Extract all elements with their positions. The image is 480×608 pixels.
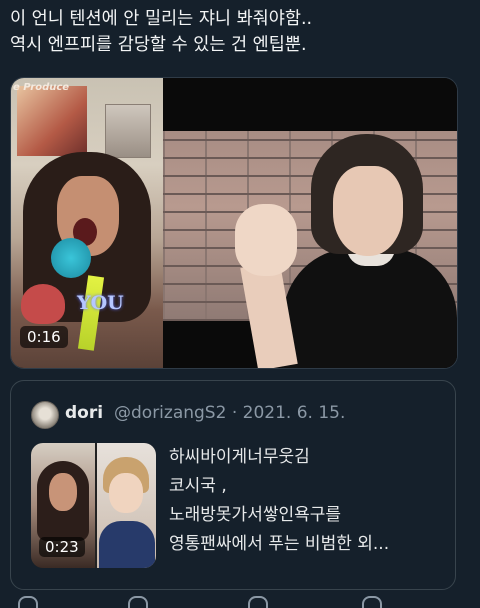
- avatar[interactable]: [31, 401, 59, 429]
- thumb-right-face: [109, 473, 143, 513]
- video-right-frame: [163, 78, 457, 368]
- quoted-text-line-4: 영통팬싸에서 푸는 비범한 외...: [169, 534, 390, 554]
- quoted-text-line-1: 하씨바이게너무웃김: [169, 447, 310, 467]
- quoted-author-name[interactable]: dori: [65, 403, 103, 423]
- heart-sticker: [21, 284, 65, 324]
- quoted-text-line-3: 노래방못가서쌓인욕구를: [169, 505, 342, 525]
- quoted-tweet-text: 하씨바이게너무웃김 코시국 , 노래방못가서쌓인욕구를 영통팬싸에서 푸는 비범…: [169, 443, 451, 559]
- reply-icon[interactable]: [18, 596, 38, 608]
- like-icon[interactable]: [248, 596, 268, 608]
- wall-photo: [105, 104, 151, 158]
- video-player[interactable]: e Produce YOU: [10, 77, 458, 369]
- video-duration-badge: 0:16: [20, 326, 68, 348]
- tweet-text: 이 언니 텐션에 안 밀리는 쟈니 봐줘야함.. 역시 엔프피를 감당할 수 있…: [10, 6, 470, 58]
- person-face: [333, 166, 403, 256]
- person-shirt: [283, 248, 457, 368]
- overlay-text: e Produce: [13, 82, 70, 93]
- you-sticker: YOU: [77, 292, 124, 314]
- thumb-right-shirt: [99, 521, 155, 568]
- quoted-author-handle-date: @dorizangS2 · 2021. 6. 15.: [114, 403, 346, 423]
- share-icon[interactable]: [362, 596, 382, 608]
- retweet-icon[interactable]: [128, 596, 148, 608]
- quoted-video-thumbnail[interactable]: 0:23: [31, 443, 156, 568]
- thumb-left-face: [49, 473, 77, 511]
- quoted-text-line-2: 코시국 ,: [169, 476, 227, 496]
- thumb-right-frame: [97, 443, 156, 568]
- microphone: [51, 238, 91, 278]
- wall-poster: [17, 86, 87, 156]
- person-fist: [235, 204, 297, 276]
- thumb-duration-badge: 0:23: [39, 537, 85, 557]
- tweet-text-line-2: 역시 엔프피를 감당할 수 있는 건 엔팁뿐.: [10, 35, 307, 55]
- tweet-text-line-1: 이 언니 텐션에 안 밀리는 쟈니 봐줘야함..: [10, 9, 313, 29]
- video-left-frame: e Produce YOU: [11, 78, 163, 368]
- quoted-tweet-card[interactable]: dori @dorizangS2 · 2021. 6. 15. 0:23 하씨바…: [10, 380, 456, 590]
